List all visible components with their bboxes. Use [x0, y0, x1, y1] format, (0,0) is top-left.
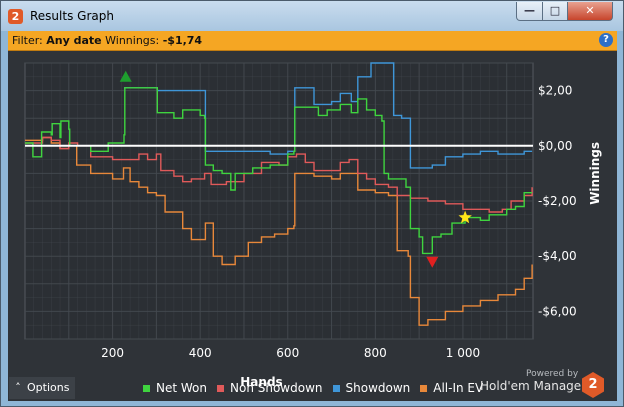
chevron-up-icon: ˄	[15, 381, 21, 394]
results-graph-window: 2 Results Graph — □ ✕ Filter: Any date W…	[0, 0, 624, 407]
minimize-icon: —	[524, 4, 535, 17]
help-icon[interactable]: ?	[599, 33, 613, 47]
close-icon: ✕	[585, 4, 595, 17]
y-tick-label: -$2,00	[538, 194, 577, 208]
results-chart: 200 400 600 800 1 000 $2,00 $0,00 -$2,00 -$4,00 -…	[24, 62, 602, 389]
window-title: Results Graph	[30, 9, 114, 23]
legend-item: Non Showdown	[217, 381, 323, 395]
options-label: Options	[27, 381, 70, 394]
chart-legend: Net Won Non Showdown Showdown All-In EV	[143, 377, 493, 399]
powered-by-text: Powered by	[526, 369, 579, 379]
legend-label: Net Won	[156, 381, 207, 395]
y-tick-label: $2,00	[538, 84, 572, 98]
brand-name: Hold'em Manager	[480, 379, 587, 393]
y-axis-title: Winnings	[588, 142, 602, 205]
legend-item: Showdown	[332, 381, 411, 395]
legend-label: Showdown	[345, 381, 411, 395]
minimize-button[interactable]: —	[516, 2, 543, 21]
legend-swatch	[332, 384, 340, 392]
legend-label: All-In EV	[433, 381, 484, 395]
x-tick-label: 400	[189, 346, 212, 360]
close-button[interactable]: ✕	[567, 2, 613, 21]
graph-panel: 200 400 600 800 1 000 $2,00 $0,00 -$2,00 -$4,00 -…	[8, 51, 617, 401]
options-button[interactable]: ˄ Options	[9, 377, 75, 399]
legend-item: Net Won	[143, 381, 207, 395]
filter-bar[interactable]: Filter: Any date Winnings: -$1,74 ?	[8, 31, 617, 51]
y-tick-label: $0,00	[538, 139, 572, 153]
filter-prefix: Filter:	[12, 34, 47, 47]
legend-swatch	[420, 384, 428, 392]
x-tick-label: 600	[276, 346, 299, 360]
filter-date-value: Any date	[46, 34, 102, 47]
x-tick-label: 1 000	[446, 346, 480, 360]
x-tick-label: 800	[364, 346, 387, 360]
filter-summary: Filter: Any date Winnings: -$1,74	[12, 34, 202, 47]
legend-swatch	[143, 384, 150, 392]
y-tick-label: -$6,00	[538, 304, 577, 318]
x-tick-label: 200	[101, 346, 124, 360]
legend-item: All-In EV	[420, 381, 483, 395]
legend-swatch	[217, 384, 224, 392]
maximize-button[interactable]: □	[542, 2, 568, 21]
title-bar[interactable]: 2 Results Graph — □ ✕	[1, 1, 623, 31]
filter-winnings-label: Winnings:	[101, 34, 163, 47]
y-tick-label: -$4,00	[538, 249, 577, 263]
app-icon: 2	[8, 9, 23, 24]
filter-winnings-value: -$1,74	[162, 34, 203, 47]
maximize-icon: □	[549, 4, 561, 17]
legend-label: Non Showdown	[230, 381, 323, 395]
